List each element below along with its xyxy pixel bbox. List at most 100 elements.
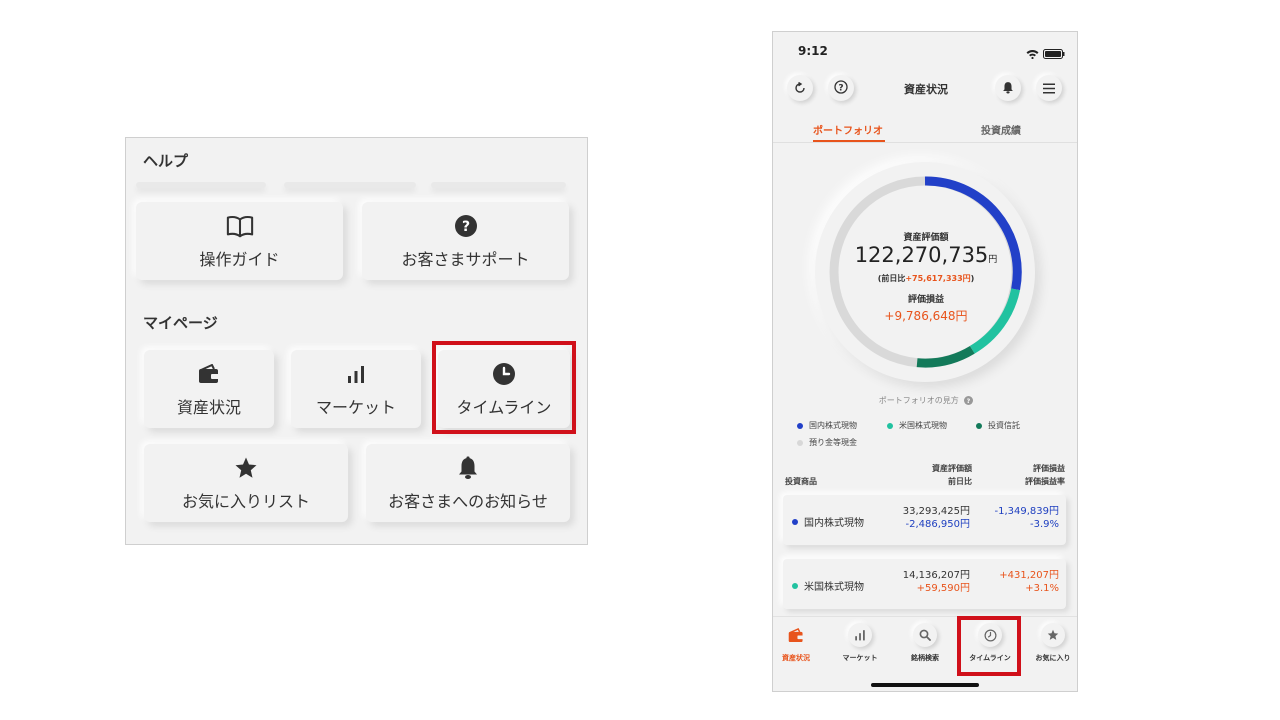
prev-day-suffix: ) bbox=[970, 274, 975, 283]
nav-search[interactable]: 銘柄検索 bbox=[895, 623, 955, 663]
search-icon bbox=[913, 623, 937, 647]
legend-dot bbox=[797, 439, 803, 446]
page-title: 資産状況 bbox=[904, 83, 948, 96]
mypage-section-title: マイページ bbox=[143, 314, 218, 332]
total-unit: 円 bbox=[988, 255, 998, 265]
tile-label: お客さまへのお知らせ bbox=[388, 492, 548, 511]
nav-label: マーケット bbox=[842, 654, 878, 662]
legend-dot bbox=[976, 422, 982, 429]
holding-dot bbox=[792, 518, 798, 525]
tab-active-indicator bbox=[813, 140, 885, 142]
tile-label: お気に入りリスト bbox=[181, 492, 310, 511]
menu-button[interactable] bbox=[1036, 75, 1062, 101]
book-icon bbox=[226, 212, 254, 240]
holding-row[interactable]: 米国株式現物 14,136,207円 +59,590円 +431,207円 +3… bbox=[783, 559, 1066, 609]
holding-pl-rate: +3.1% bbox=[1025, 583, 1059, 594]
th-pl: 評価損益 評価損益率 bbox=[1025, 462, 1065, 488]
legend-item: 投資信託 bbox=[976, 420, 1020, 431]
donut-segment-investment-trust bbox=[916, 345, 975, 368]
hamburger-icon bbox=[1043, 79, 1055, 98]
pl-value: +9,786,648円 bbox=[884, 309, 968, 323]
bar-chart-icon bbox=[848, 623, 872, 647]
prev-day-change: (前日比+75,617,333円) bbox=[773, 273, 1077, 284]
bell-icon bbox=[454, 454, 482, 482]
legend-label: 国内株式現物 bbox=[809, 421, 857, 430]
holding-dot bbox=[792, 582, 798, 589]
tile-label: 資産状況 bbox=[176, 398, 241, 417]
tile-notices[interactable]: お客さまへのお知らせ bbox=[366, 444, 570, 522]
tab-portfolio[interactable]: ポートフォリオ bbox=[813, 122, 883, 137]
battery-icon bbox=[1043, 44, 1065, 63]
tab-performance[interactable]: 投資成績 bbox=[981, 122, 1021, 137]
holding-pl-rate: -3.9% bbox=[1029, 519, 1059, 530]
legend-help-label: ポートフォリオの見方 bbox=[878, 396, 959, 405]
wallet-icon bbox=[195, 360, 223, 388]
wallet-icon bbox=[784, 623, 808, 647]
legend-help[interactable]: ポートフォリオの見方 ? bbox=[773, 395, 1077, 407]
tile-operation-guide[interactable]: 操作ガイド bbox=[136, 202, 343, 280]
tile-assets[interactable]: 資産状況 bbox=[144, 350, 274, 428]
tile-customer-support[interactable]: ? お客さまサポート bbox=[362, 202, 569, 280]
legend-dot bbox=[797, 422, 803, 429]
nav-market[interactable]: マーケット bbox=[830, 623, 890, 663]
pl-label: 評価損益 bbox=[907, 295, 944, 305]
nav-label: 銘柄検索 bbox=[911, 654, 939, 662]
legend-label: 預り金等現金 bbox=[809, 438, 857, 447]
holding-value-amount: 14,136,207円 bbox=[902, 570, 970, 581]
holding-pl: +431,207円 +3.1% bbox=[999, 569, 1059, 595]
legend-item: 国内株式現物 bbox=[797, 420, 857, 431]
holding-day-change: -2,486,950円 bbox=[905, 519, 970, 530]
holding-value: 14,136,207円 +59,590円 bbox=[903, 569, 970, 595]
bell-icon bbox=[1002, 79, 1014, 98]
nav-label: お気に入り bbox=[1035, 654, 1071, 662]
holding-value: 33,293,425円 -2,486,950円 bbox=[903, 505, 970, 531]
total-value: 122,270,735 bbox=[854, 243, 989, 267]
th-product: 投資商品 bbox=[785, 477, 817, 486]
holding-pl-amount: -1,349,839円 bbox=[994, 506, 1059, 517]
tile-label: マーケット bbox=[315, 398, 396, 417]
legend-item: 米国株式現物 bbox=[887, 420, 947, 431]
wifi-icon bbox=[1026, 44, 1039, 63]
th-value-line1: 資産評価額 bbox=[932, 464, 972, 473]
home-indicator bbox=[871, 683, 979, 687]
holding-day-change: +59,590円 bbox=[916, 583, 970, 594]
nav-assets[interactable]: 資産状況 bbox=[773, 623, 826, 663]
tile-favorites[interactable]: お気に入りリスト bbox=[144, 444, 348, 522]
highlight-box bbox=[957, 616, 1021, 676]
tab-divider bbox=[773, 142, 1077, 143]
th-pl-line1: 評価損益 bbox=[1033, 464, 1065, 473]
holding-name: 国内株式現物 bbox=[792, 514, 864, 529]
th-value: 資産評価額 前日比 bbox=[932, 462, 972, 488]
holding-name-label: 国内株式現物 bbox=[804, 518, 864, 529]
holding-pl: -1,349,839円 -3.9% bbox=[994, 505, 1059, 531]
notification-button[interactable] bbox=[995, 75, 1021, 101]
total-label: 資産評価額 bbox=[903, 233, 949, 243]
total-value-row: 122,270,735円 bbox=[773, 243, 1077, 267]
th-value-line2: 前日比 bbox=[948, 477, 972, 486]
prev-day-prefix: (前日比 bbox=[877, 274, 906, 283]
holding-name: 米国株式現物 bbox=[792, 578, 864, 593]
svg-text:?: ? bbox=[461, 219, 469, 235]
nav-label: 資産状況 bbox=[782, 654, 810, 662]
highlight-box bbox=[432, 341, 576, 434]
holding-value-amount: 33,293,425円 bbox=[902, 506, 970, 517]
legend-label: 米国株式現物 bbox=[899, 421, 947, 430]
legend-dot bbox=[887, 422, 893, 429]
status-time: 9:12 bbox=[798, 44, 828, 58]
holding-pl-amount: +431,207円 bbox=[999, 570, 1059, 581]
help-section-title: ヘルプ bbox=[143, 152, 189, 170]
tile-market[interactable]: マーケット bbox=[291, 350, 421, 428]
nav-favorites[interactable]: お気に入り bbox=[1023, 623, 1077, 663]
legend-label: 投資信託 bbox=[988, 421, 1020, 430]
holding-name-label: 米国株式現物 bbox=[804, 582, 864, 593]
phone-screen: 9:12 ? 資産状況 ポートフォリオ 投資成績 資産評価額 122,270,7… bbox=[772, 31, 1078, 692]
bar-chart-icon bbox=[342, 360, 370, 388]
faint-divider bbox=[126, 178, 587, 192]
holding-row[interactable]: 国内株式現物 33,293,425円 -2,486,950円 -1,349,83… bbox=[783, 495, 1066, 545]
svg-text:?: ? bbox=[967, 398, 971, 405]
menu-panel: ヘルプ 操作ガイド ? お客さまサポート マイページ 資産状況 マーケット タイ… bbox=[125, 137, 588, 545]
portfolio-donut bbox=[815, 162, 1035, 382]
question-circle-icon: ? bbox=[964, 396, 974, 407]
star-icon bbox=[232, 454, 260, 482]
star-icon bbox=[1041, 623, 1065, 647]
